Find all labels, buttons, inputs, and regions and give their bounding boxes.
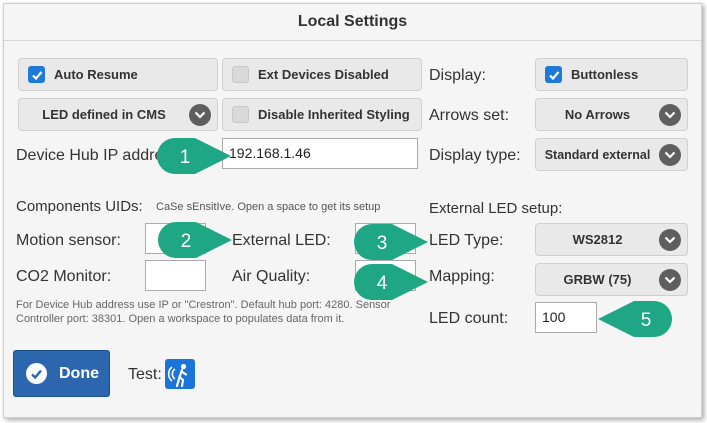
chevron-down-icon xyxy=(659,268,681,291)
led-count-label: LED count: xyxy=(429,310,509,327)
callout-4-icon: 4 xyxy=(354,264,428,300)
device-hub-ip-label: Device Hub IP addre xyxy=(16,147,164,164)
checkbox-checked-icon xyxy=(545,66,562,83)
led-type-select[interactable]: WS2812 xyxy=(535,223,688,256)
buttonless-toggle[interactable]: Buttonless xyxy=(535,58,688,91)
callout-2-icon: 2 xyxy=(158,222,232,258)
led-defined-select[interactable]: LED defined in CMS xyxy=(18,98,218,131)
ext-devices-disabled-toggle[interactable]: Ext Devices Disabled xyxy=(222,58,422,91)
done-button[interactable]: Done xyxy=(13,350,110,397)
air-quality-label: Air Quality: xyxy=(232,268,311,285)
disable-inherited-styling-label: Disable Inherited Styling xyxy=(258,107,410,122)
test-accessibility-button[interactable] xyxy=(165,359,195,389)
chevron-down-icon xyxy=(659,103,681,126)
led-type-label: LED Type: xyxy=(429,232,504,249)
checkbox-unchecked-icon xyxy=(232,66,249,83)
display-label: Display: xyxy=(429,67,486,84)
chevron-down-icon xyxy=(659,143,681,166)
led-defined-value: LED defined in CMS xyxy=(42,107,166,122)
external-led-label: External LED: xyxy=(232,232,331,249)
hub-address-note-line2: Controller port: 38301. Open a workspace… xyxy=(16,313,345,325)
display-type-select[interactable]: Standard external xyxy=(535,138,688,171)
auto-resume-toggle[interactable]: Auto Resume xyxy=(18,58,218,91)
chevron-down-icon xyxy=(189,103,211,126)
device-hub-ip-input[interactable]: 192.168.1.46 xyxy=(222,138,418,169)
ext-devices-disabled-label: Ext Devices Disabled xyxy=(258,67,389,82)
mapping-value: GRBW (75) xyxy=(563,272,632,287)
chevron-down-icon xyxy=(659,228,681,251)
walking-person-icon xyxy=(167,363,188,388)
check-circle-icon xyxy=(26,363,47,384)
callout-5-icon: 5 xyxy=(598,301,672,337)
mapping-label: Mapping: xyxy=(429,268,495,285)
buttonless-label: Buttonless xyxy=(571,67,639,82)
arrows-set-label: Arrows set: xyxy=(429,107,510,124)
auto-resume-label: Auto Resume xyxy=(54,67,138,82)
led-type-value: WS2812 xyxy=(572,232,623,247)
arrows-set-value: No Arrows xyxy=(564,107,631,122)
co2-monitor-input[interactable] xyxy=(145,260,206,291)
arrows-set-select[interactable]: No Arrows xyxy=(535,98,688,131)
mapping-select[interactable]: GRBW (75) xyxy=(535,263,688,296)
callout-4-number: 4 xyxy=(377,273,388,294)
done-label: Done xyxy=(59,364,99,382)
external-led-setup-label: External LED setup: xyxy=(429,200,563,217)
co2-monitor-label: CO2 Monitor: xyxy=(16,268,112,285)
callout-3-number: 3 xyxy=(377,233,388,254)
local-settings-dialog: Local Settings Auto Resume Ext Devices D… xyxy=(3,3,702,418)
components-uids-label: Components UIDs: xyxy=(16,198,143,215)
disable-inherited-styling-toggle[interactable]: Disable Inherited Styling xyxy=(222,98,422,131)
dialog-title: Local Settings xyxy=(4,4,701,41)
callout-2-number: 2 xyxy=(181,231,192,252)
callout-5-number: 5 xyxy=(641,310,652,331)
display-type-label: Display type: xyxy=(429,147,521,164)
test-label: Test: xyxy=(128,366,162,383)
display-type-value: Standard external xyxy=(544,147,651,162)
led-count-input[interactable]: 100 xyxy=(535,302,597,333)
motion-sensor-label: Motion sensor: xyxy=(16,232,121,249)
callout-1-number: 1 xyxy=(180,147,191,168)
checkbox-unchecked-icon xyxy=(232,106,249,123)
callout-3-icon: 3 xyxy=(354,224,428,260)
callout-1-icon: 1 xyxy=(157,138,231,174)
components-uids-hint: CaSe sEnsitIve. Open a space to get its … xyxy=(156,201,381,213)
checkbox-checked-icon xyxy=(28,66,45,83)
hub-address-note-line1: For Device Hub address use IP or "Crestr… xyxy=(16,299,391,311)
